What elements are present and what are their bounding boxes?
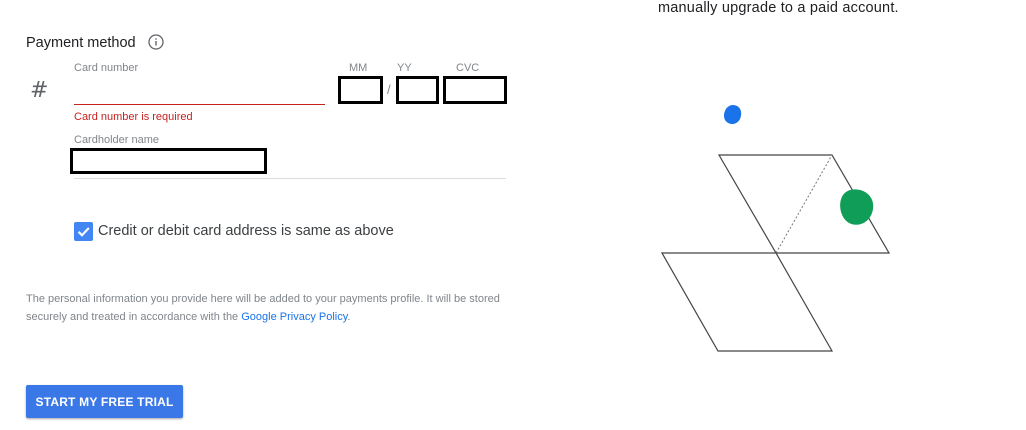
- lower-plane-shape: [660, 252, 834, 352]
- payment-illustration: [640, 95, 920, 365]
- start-free-trial-button[interactable]: START MY FREE TRIAL: [26, 385, 183, 418]
- date-separator: /: [387, 82, 391, 97]
- privacy-policy-link[interactable]: Google Privacy Policy: [241, 311, 347, 323]
- disclaimer-end: .: [347, 311, 351, 323]
- check-icon: [77, 227, 90, 237]
- green-blob-shape: [840, 189, 874, 225]
- trial-upgrade-note: manually upgrade to a paid account.: [658, 0, 899, 16]
- cvc-field[interactable]: [443, 76, 507, 104]
- privacy-disclaimer: The personal information you provide her…: [26, 290, 516, 326]
- same-address-label[interactable]: Credit or debit card address is same as …: [98, 223, 394, 239]
- expiry-year-label: YY: [397, 62, 412, 74]
- expiry-month-field[interactable]: [338, 76, 383, 104]
- card-number-field[interactable]: [74, 104, 325, 105]
- payment-method-title: Payment method: [26, 35, 136, 51]
- cvc-label: CVC: [456, 62, 480, 74]
- info-icon[interactable]: [148, 34, 164, 50]
- cardholder-name-underline: [74, 178, 506, 179]
- expiry-year-field[interactable]: [396, 76, 439, 104]
- expiry-month-label: MM: [349, 62, 368, 74]
- card-number-icon: #: [30, 78, 49, 103]
- cardholder-name-field[interactable]: [70, 148, 267, 174]
- card-number-error: Card number is required: [74, 111, 193, 123]
- card-number-label: Card number: [74, 62, 139, 74]
- cardholder-name-label: Cardholder name: [74, 134, 159, 146]
- same-address-checkbox[interactable]: [74, 222, 93, 241]
- blue-blob-shape: [723, 105, 742, 125]
